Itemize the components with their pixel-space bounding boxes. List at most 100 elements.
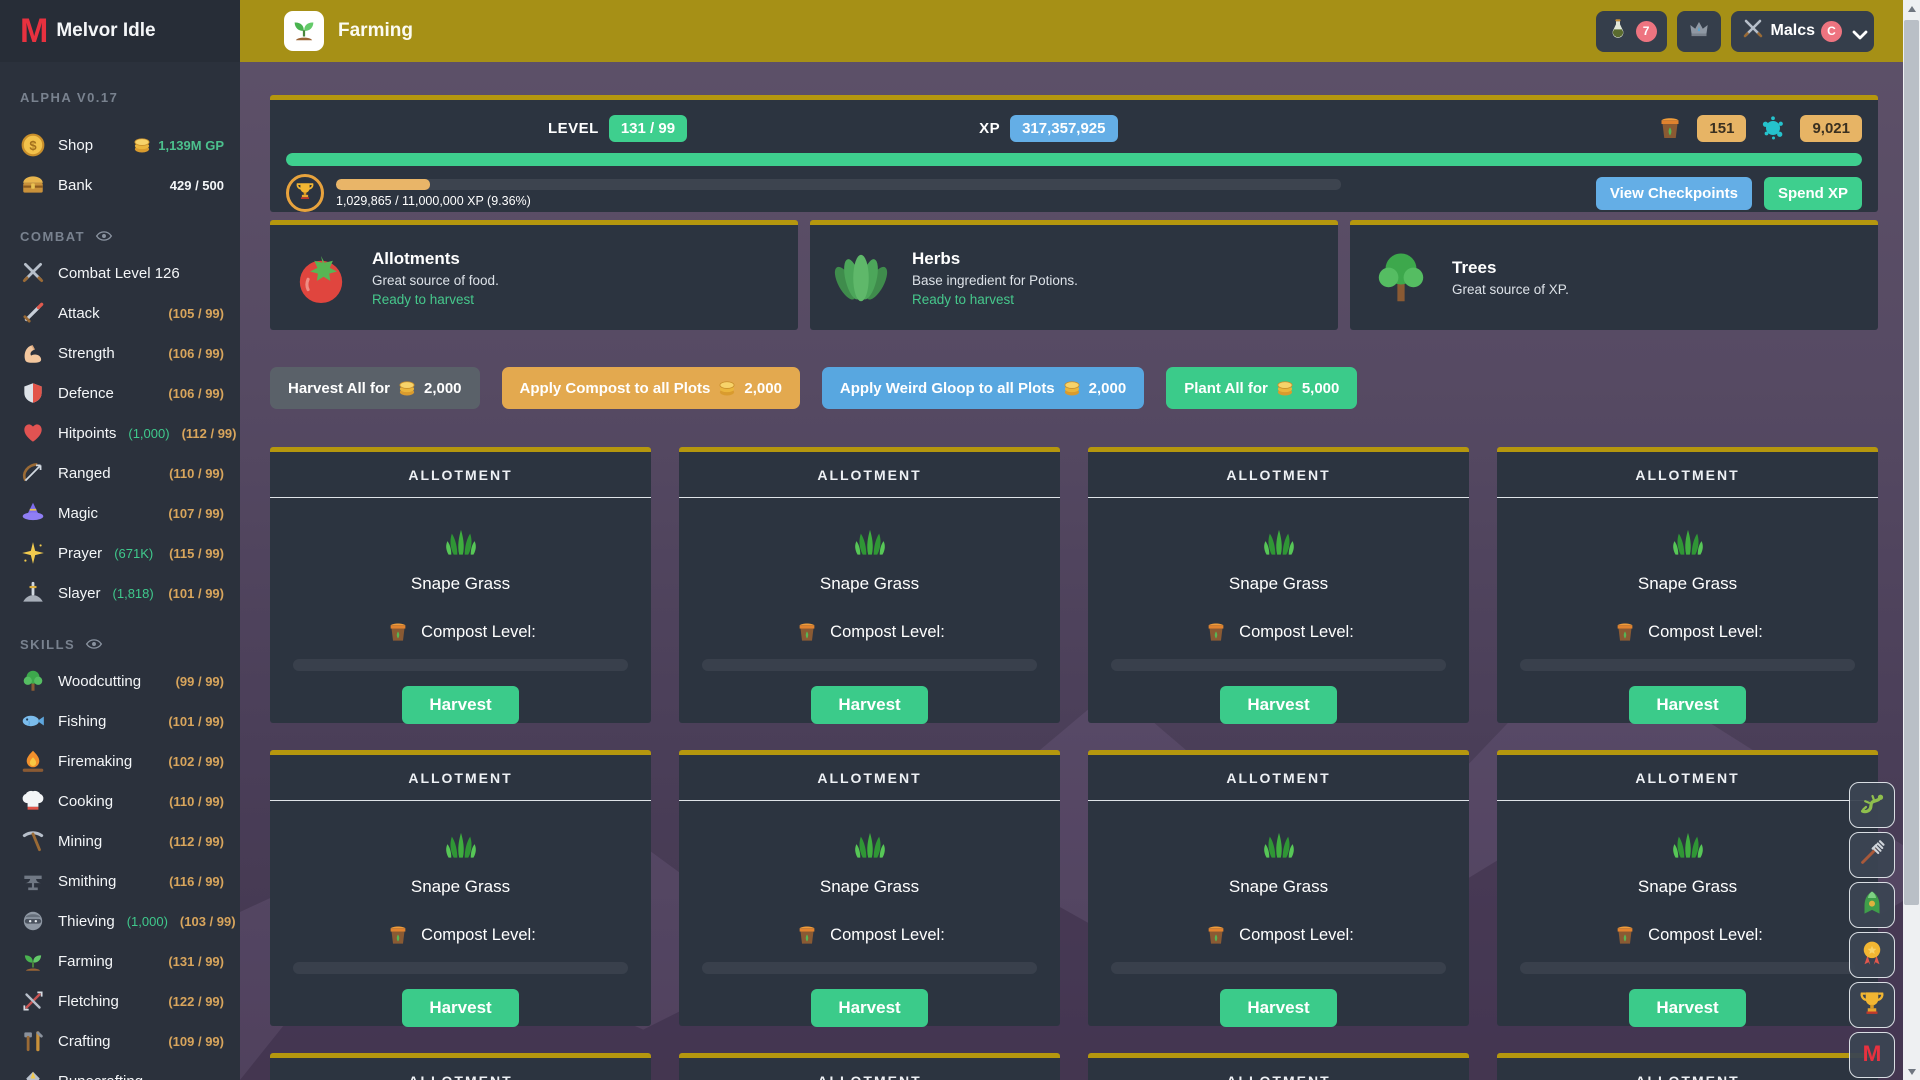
bow-icon bbox=[20, 460, 46, 486]
sidebar-item-magic[interactable]: Magic (107 / 99) bbox=[0, 493, 240, 533]
sidebar-item-prayer[interactable]: Prayer (671K) (115 / 99) bbox=[0, 533, 240, 573]
sidebar-item-combat-level[interactable]: Combat Level 126 bbox=[0, 253, 240, 293]
harvest-button[interactable]: Harvest bbox=[811, 989, 928, 1027]
chevron-down-icon bbox=[1848, 23, 1868, 40]
gloop-count-badge: 9,021 bbox=[1800, 114, 1862, 142]
user-menu-button[interactable]: Malcs C bbox=[1730, 10, 1874, 52]
harvest-button[interactable]: Harvest bbox=[402, 989, 519, 1027]
harvest-button[interactable]: Harvest bbox=[1629, 989, 1746, 1027]
username: Malcs bbox=[1770, 22, 1815, 39]
snape-grass-icon bbox=[1257, 518, 1301, 562]
apply-gloop-button[interactable]: Apply Weird Gloop to all Plots 2,000 bbox=[821, 367, 1145, 409]
anvil-icon bbox=[20, 868, 46, 894]
sidebar-item-defence[interactable]: Defence (106 / 99) bbox=[0, 373, 240, 413]
allotment-plot-card: ALLOTMENT Snape Grass Compost Level: Har… bbox=[679, 447, 1060, 724]
crown-button[interactable] bbox=[1676, 10, 1721, 52]
sidebar-item-bank[interactable]: Bank 429 / 500 bbox=[0, 165, 240, 205]
rake-icon bbox=[1857, 838, 1887, 873]
sidebar-item-mining[interactable]: Mining (112 / 99) bbox=[0, 821, 240, 861]
sidebar-item-slayer[interactable]: Slayer (1,818) (101 / 99) bbox=[0, 573, 240, 613]
plant-all-button[interactable]: Plant All for 5,000 bbox=[1166, 367, 1358, 409]
rail-cape-button[interactable] bbox=[1849, 882, 1895, 928]
herb-icon bbox=[830, 247, 892, 309]
sidebar-item-fletching[interactable]: Fletching (122 / 99) bbox=[0, 981, 240, 1021]
sidebar-item-cooking[interactable]: Cooking (110 / 99) bbox=[0, 781, 240, 821]
mastery-trophy-icon bbox=[286, 174, 324, 212]
compost-level-label: Compost Level: bbox=[1648, 622, 1763, 641]
harvest-all-button[interactable]: Harvest All for 2,000 bbox=[270, 367, 480, 409]
sidebar-item-thieving[interactable]: Thieving (1,000) (103 / 99) bbox=[0, 901, 240, 941]
shop-label: Shop bbox=[58, 136, 94, 154]
rail-trophy-button[interactable] bbox=[1849, 982, 1895, 1028]
compost-level-label: Compost Level: bbox=[1648, 925, 1763, 944]
trophy-icon bbox=[1857, 988, 1887, 1023]
allotment-plot-card: ALLOTMENT Snape Grass Compost Level: Har… bbox=[1088, 750, 1469, 1027]
arrows-icon bbox=[20, 988, 46, 1014]
tree-icon bbox=[20, 668, 46, 694]
sidebar-item-woodcutting[interactable]: Woodcutting (99 / 99) bbox=[0, 661, 240, 701]
svg-text:M: M bbox=[1863, 1041, 1882, 1066]
allotment-plot-card: ALLOTMENT Snape Grass Compost Level: Har… bbox=[679, 1053, 1060, 1080]
sidebar-item-ranged[interactable]: Ranged (110 / 99) bbox=[0, 453, 240, 493]
compost-icon bbox=[385, 619, 411, 645]
category-herbs[interactable]: Herbs Base ingredient for Potions. Ready… bbox=[810, 220, 1338, 330]
snape-grass-icon bbox=[439, 518, 483, 562]
sidebar-item-shop[interactable]: $ Shop 1,139M GP bbox=[0, 125, 240, 165]
page-title: Farming bbox=[338, 20, 413, 41]
level-progress-bar bbox=[286, 153, 1862, 166]
compost-icon bbox=[1203, 922, 1229, 948]
sidebar-item-firemaking[interactable]: Firemaking (102 / 99) bbox=[0, 741, 240, 781]
snape-grass-icon bbox=[848, 821, 892, 865]
compost-level-bar bbox=[1110, 962, 1447, 974]
compost-icon bbox=[1203, 619, 1229, 645]
sidebar-item-runecrafting[interactable]: Runecrafting bbox=[0, 1061, 240, 1080]
compost-count-badge: 151 bbox=[1697, 114, 1747, 142]
apply-compost-button[interactable]: Apply Compost to all Plots 2,000 bbox=[501, 367, 800, 409]
eye-icon[interactable] bbox=[95, 227, 113, 245]
category-trees[interactable]: Trees Great source of XP. bbox=[1350, 220, 1878, 330]
view-checkpoints-button[interactable]: View Checkpoints bbox=[1595, 176, 1752, 210]
rail-melvor-button[interactable]: M bbox=[1849, 1032, 1895, 1078]
star-icon bbox=[20, 540, 46, 566]
allotment-plot-card: ALLOTMENT Snape Grass Compost Level: Har… bbox=[679, 750, 1060, 1027]
rail-lizard-button[interactable] bbox=[1849, 782, 1895, 828]
rail-rake-button[interactable] bbox=[1849, 832, 1895, 878]
eye-icon[interactable] bbox=[85, 635, 103, 653]
scroll-up-arrow[interactable] bbox=[1903, 0, 1920, 17]
potion-icon bbox=[1606, 17, 1630, 46]
seedling-icon bbox=[289, 14, 319, 49]
sidebar-item-smithing[interactable]: Smithing (116 / 99) bbox=[0, 861, 240, 901]
category-allotments[interactable]: Allotments Great source of food. Ready t… bbox=[270, 220, 798, 330]
rail-medal-button[interactable] bbox=[1849, 932, 1895, 978]
harvest-button[interactable]: Harvest bbox=[811, 686, 928, 724]
compost-icon bbox=[385, 922, 411, 948]
melvor-logo-icon: M bbox=[20, 12, 48, 50]
allotment-plot-card: ALLOTMENT Snape Grass Compost Level: Har… bbox=[1088, 447, 1469, 724]
pickaxe-icon bbox=[20, 828, 46, 854]
scroll-down-arrow[interactable] bbox=[1903, 1063, 1920, 1080]
compost-icon bbox=[794, 619, 820, 645]
sidebar-item-fishing[interactable]: Fishing (101 / 99) bbox=[0, 701, 240, 741]
scrollbar-thumb[interactable] bbox=[1904, 20, 1919, 905]
page-scrollbar[interactable] bbox=[1903, 0, 1920, 1080]
harvest-button[interactable]: Harvest bbox=[1629, 686, 1746, 724]
sidebar-item-strength[interactable]: Strength (106 / 99) bbox=[0, 333, 240, 373]
plot-type-header: ALLOTMENT bbox=[1088, 1058, 1469, 1080]
crop-name: Snape Grass bbox=[1637, 574, 1738, 593]
spend-xp-button[interactable]: Spend XP bbox=[1763, 176, 1862, 210]
combat-section-header: COMBAT bbox=[20, 227, 220, 245]
sidebar-item-crafting[interactable]: Crafting (109 / 99) bbox=[0, 1021, 240, 1061]
potions-button[interactable]: 7 bbox=[1595, 10, 1667, 52]
mastery-progress-text: 1,029,865 / 11,000,000 XP (9.36%) bbox=[336, 193, 531, 208]
bank-label: Bank bbox=[58, 176, 93, 194]
level-label: LEVEL bbox=[548, 119, 599, 137]
compost-level-label: Compost Level: bbox=[421, 622, 536, 641]
sidebar-item-attack[interactable]: Attack (105 / 99) bbox=[0, 293, 240, 333]
harvest-button[interactable]: Harvest bbox=[1220, 686, 1337, 724]
app-logo[interactable]: M Melvor Idle bbox=[0, 0, 240, 62]
crop-name: Snape Grass bbox=[1228, 574, 1329, 593]
harvest-button[interactable]: Harvest bbox=[402, 686, 519, 724]
harvest-button[interactable]: Harvest bbox=[1220, 989, 1337, 1027]
sidebar-item-hitpoints[interactable]: Hitpoints (1,000) (112 / 99) bbox=[0, 413, 240, 453]
sidebar-item-farming[interactable]: Farming (131 / 99) bbox=[0, 941, 240, 981]
